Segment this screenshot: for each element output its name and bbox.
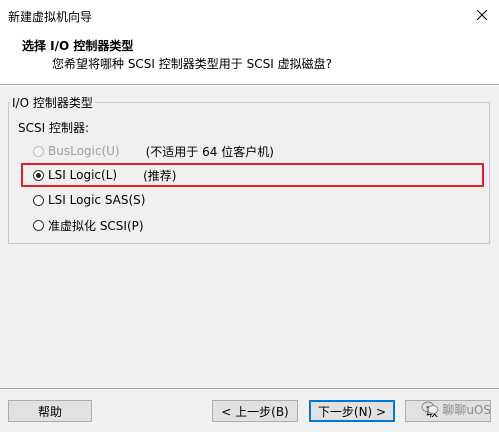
window-title: 新建虚拟机向导 xyxy=(8,10,93,24)
back-button[interactable]: < 上一步(B) xyxy=(212,400,298,422)
watermark-text: 聊聊uOS xyxy=(442,403,491,417)
scsi-controller-label: SCSI 控制器: xyxy=(18,121,90,135)
title-bar: 新建虚拟机向导 xyxy=(0,0,499,32)
groupbox-legend: I/O 控制器类型 xyxy=(10,94,95,111)
radio-lsi-logic-sas[interactable]: LSI Logic SAS(S) xyxy=(33,191,145,209)
help-button[interactable]: 帮助 xyxy=(8,400,92,422)
highlight-annotation xyxy=(21,163,484,187)
wechat-icon xyxy=(421,401,439,418)
footer-separator xyxy=(0,388,499,389)
radio-note-buslogic: (不适用于 64 位客户机) xyxy=(145,144,274,159)
page-title: 选择 I/O 控制器类型 xyxy=(22,39,134,53)
radio-label-lsi-logic-sas[interactable]: LSI Logic SAS(S) xyxy=(48,193,145,207)
wizard-window: 新建虚拟机向导 选择 I/O 控制器类型 您希望将哪种 SCSI 控制器类型用于… xyxy=(0,0,499,432)
radio-buslogic: BusLogic(U) (不适用于 64 位客户机) xyxy=(33,142,274,160)
radio-button[interactable] xyxy=(33,194,44,206)
radio-button xyxy=(33,145,44,157)
radio-paravirtual-scsi[interactable]: 准虚拟化 SCSI(P) xyxy=(33,216,144,234)
page-subtitle: 您希望将哪种 SCSI 控制器类型用于 SCSI 虚拟磁盘? xyxy=(52,57,332,71)
watermark: 聊聊uOS xyxy=(421,401,491,418)
close-icon[interactable] xyxy=(473,6,491,24)
wizard-header: 选择 I/O 控制器类型 您希望将哪种 SCSI 控制器类型用于 SCSI 虚拟… xyxy=(0,31,499,85)
radio-button[interactable] xyxy=(33,219,44,231)
radio-label-buslogic: BusLogic(U) xyxy=(48,144,120,158)
radio-label-paravirtual-scsi[interactable]: 准虚拟化 SCSI(P) xyxy=(48,217,144,234)
next-button[interactable]: 下一步(N) > xyxy=(309,400,395,422)
